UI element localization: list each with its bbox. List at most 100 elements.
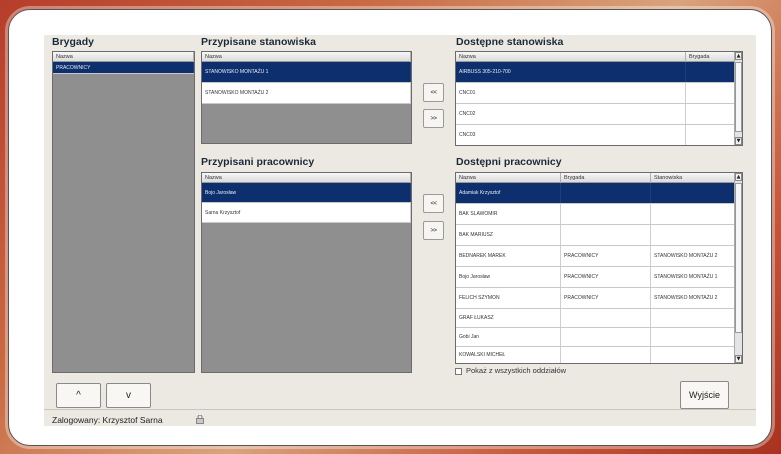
assigned-position-row[interactable]: STANOWISKO MONTAŻU 2 <box>202 83 411 104</box>
available-positions-title: Dostępne stanowiska <box>456 36 564 48</box>
scroll-thumb[interactable] <box>735 183 742 333</box>
brigades-header: Nazwa <box>53 52 194 62</box>
remove-worker-button[interactable]: >> <box>423 221 444 240</box>
available-positions-grid[interactable]: Nazwa Brygada AIRBUSS 305-210-700 CNC01 … <box>455 51 743 146</box>
available-worker-row[interactable]: BAK SLAWOMIR <box>456 204 735 225</box>
worker-positions-cell <box>651 225 735 245</box>
worker-brigade-cell <box>561 309 651 327</box>
status-logged-in: Zalogowany: Krzysztof Sarna <box>52 415 163 425</box>
available-position-row[interactable]: CNC02 <box>456 104 735 125</box>
worker-positions-cell: STANOWISKO MONTAŻU 1 <box>651 267 735 287</box>
move-up-button[interactable]: ^ <box>56 383 101 408</box>
worker-positions-cell <box>651 347 735 363</box>
exit-button[interactable]: Wyjście <box>680 381 729 409</box>
worker-positions-cell <box>651 309 735 327</box>
worker-positions-cell <box>651 204 735 224</box>
available-workers-title: Dostępni pracownicy <box>456 156 562 168</box>
app-window: Brygady Nazwa PRACOWNICY Przypisane stan… <box>44 35 756 426</box>
vertical-scrollbar[interactable]: ▲ ▼ <box>734 173 742 363</box>
vertical-scrollbar[interactable]: ▲ ▼ <box>734 52 742 145</box>
worker-brigade-cell <box>561 347 651 363</box>
worker-name-cell: Sarna Krzysztof <box>202 203 411 222</box>
position-name-cell: CNC01 <box>456 83 686 103</box>
column-header-name[interactable]: Nazwa <box>53 52 194 62</box>
available-positions-header: Nazwa Brygada <box>456 52 735 62</box>
available-position-row[interactable]: CNC01 <box>456 83 735 104</box>
worker-brigade-cell <box>561 183 651 203</box>
assigned-positions-title: Przypisane stanowiska <box>201 36 316 48</box>
column-header-brigade[interactable]: Brygada <box>561 173 651 183</box>
move-down-button[interactable]: v <box>106 383 151 408</box>
available-worker-row[interactable]: Bojo Jarosław PRACOWNICY STANOWISKO MONT… <box>456 267 735 288</box>
worker-name-cell: BAK SLAWOMIR <box>456 204 561 224</box>
assigned-worker-row[interactable]: Bojo Jarosław <box>202 183 411 203</box>
worker-name-cell: Adamiak Krzysztof <box>456 183 561 203</box>
brigade-row[interactable]: PRACOWNICY <box>53 62 194 74</box>
position-name-cell: AIRBUSS 305-210-700 <box>456 62 686 82</box>
column-header-name[interactable]: Nazwa <box>202 52 411 62</box>
brigades-grid[interactable]: Nazwa PRACOWNICY <box>52 51 195 373</box>
column-header-positions[interactable]: Stanowiska <box>651 173 735 183</box>
available-worker-row[interactable]: FELICH SZYMON PRACOWNICY STANOWISKO MONT… <box>456 288 735 309</box>
show-all-branches-checkbox[interactable] <box>455 368 462 375</box>
available-position-row[interactable]: CNC03 <box>456 125 735 145</box>
remove-position-button[interactable]: >> <box>423 109 444 128</box>
scroll-down-icon[interactable]: ▼ <box>735 355 742 363</box>
available-worker-row[interactable]: BEDNAREK MAREK PRACOWNICY STANOWISKO MON… <box>456 246 735 267</box>
worker-positions-cell: STANOWISKO MONTAŻU 2 <box>651 246 735 266</box>
position-brigade-cell <box>686 125 735 145</box>
worker-positions-cell: STANOWISKO MONTAŻU 2 <box>651 288 735 308</box>
show-all-branches-label: Pokaż z wszystkich oddziałów <box>466 366 567 375</box>
column-header-name[interactable]: Nazwa <box>456 52 686 62</box>
status-separator <box>44 409 756 410</box>
brigade-name-cell: PRACOWNICY <box>53 62 194 73</box>
position-brigade-cell <box>686 62 735 82</box>
column-header-brigade[interactable]: Brygada <box>686 52 735 62</box>
assigned-position-row[interactable]: STANOWISKO MONTAŻU 1 <box>202 62 411 83</box>
worker-brigade-cell: PRACOWNICY <box>561 267 651 287</box>
position-name-cell: CNC02 <box>456 104 686 124</box>
worker-positions-cell <box>651 328 735 346</box>
brigades-title: Brygady <box>52 36 95 48</box>
worker-positions-cell <box>651 183 735 203</box>
lock-icon <box>196 415 204 424</box>
available-worker-row[interactable]: GRAF ŁUKASZ <box>456 309 735 328</box>
position-brigade-cell <box>686 83 735 103</box>
worker-name-cell: Gobi Jan <box>456 328 561 346</box>
scroll-up-icon[interactable]: ▲ <box>735 52 742 60</box>
assigned-positions-header: Nazwa <box>202 52 411 62</box>
add-position-button[interactable]: << <box>423 83 444 102</box>
worker-name-cell: KOWALSKI MICHEŁ <box>456 347 561 363</box>
column-header-name[interactable]: Nazwa <box>456 173 561 183</box>
worker-brigade-cell <box>561 225 651 245</box>
assigned-workers-grid[interactable]: Nazwa Bojo Jarosław Sarna Krzysztof <box>201 172 412 373</box>
assigned-worker-row[interactable]: Sarna Krzysztof <box>202 203 411 223</box>
column-header-name[interactable]: Nazwa <box>202 173 411 183</box>
available-worker-row[interactable]: Adamiak Krzysztof <box>456 183 735 204</box>
worker-name-cell: BAK MARIUSZ <box>456 225 561 245</box>
worker-brigade-cell: PRACOWNICY <box>561 288 651 308</box>
available-worker-row[interactable]: BAK MARIUSZ <box>456 225 735 246</box>
available-workers-header: Nazwa Brygada Stanowiska <box>456 173 735 183</box>
scroll-down-icon[interactable]: ▼ <box>735 137 742 145</box>
scroll-up-icon[interactable]: ▲ <box>735 173 742 181</box>
assigned-workers-header: Nazwa <box>202 173 411 183</box>
available-position-row[interactable]: AIRBUSS 305-210-700 <box>456 62 735 83</box>
worker-name-cell: FELICH SZYMON <box>456 288 561 308</box>
add-worker-button[interactable]: << <box>423 194 444 213</box>
assigned-workers-title: Przypisani pracownicy <box>201 156 315 168</box>
position-name-cell: CNC03 <box>456 125 686 145</box>
worker-name-cell: BEDNAREK MAREK <box>456 246 561 266</box>
assigned-positions-grid[interactable]: Nazwa STANOWISKO MONTAŻU 1 STANOWISKO MO… <box>201 51 412 144</box>
position-name-cell: STANOWISKO MONTAŻU 2 <box>202 83 411 103</box>
worker-name-cell: Bojo Jarosław <box>456 267 561 287</box>
worker-brigade-cell <box>561 204 651 224</box>
available-worker-row[interactable]: KOWALSKI MICHEŁ <box>456 347 735 363</box>
position-brigade-cell <box>686 104 735 124</box>
available-workers-grid[interactable]: Nazwa Brygada Stanowiska Adamiak Krzyszt… <box>455 172 743 364</box>
worker-brigade-cell: PRACOWNICY <box>561 246 651 266</box>
available-worker-row[interactable]: Gobi Jan <box>456 328 735 347</box>
worker-name-cell: Bojo Jarosław <box>202 183 411 202</box>
scroll-thumb[interactable] <box>735 62 742 132</box>
worker-name-cell: GRAF ŁUKASZ <box>456 309 561 327</box>
